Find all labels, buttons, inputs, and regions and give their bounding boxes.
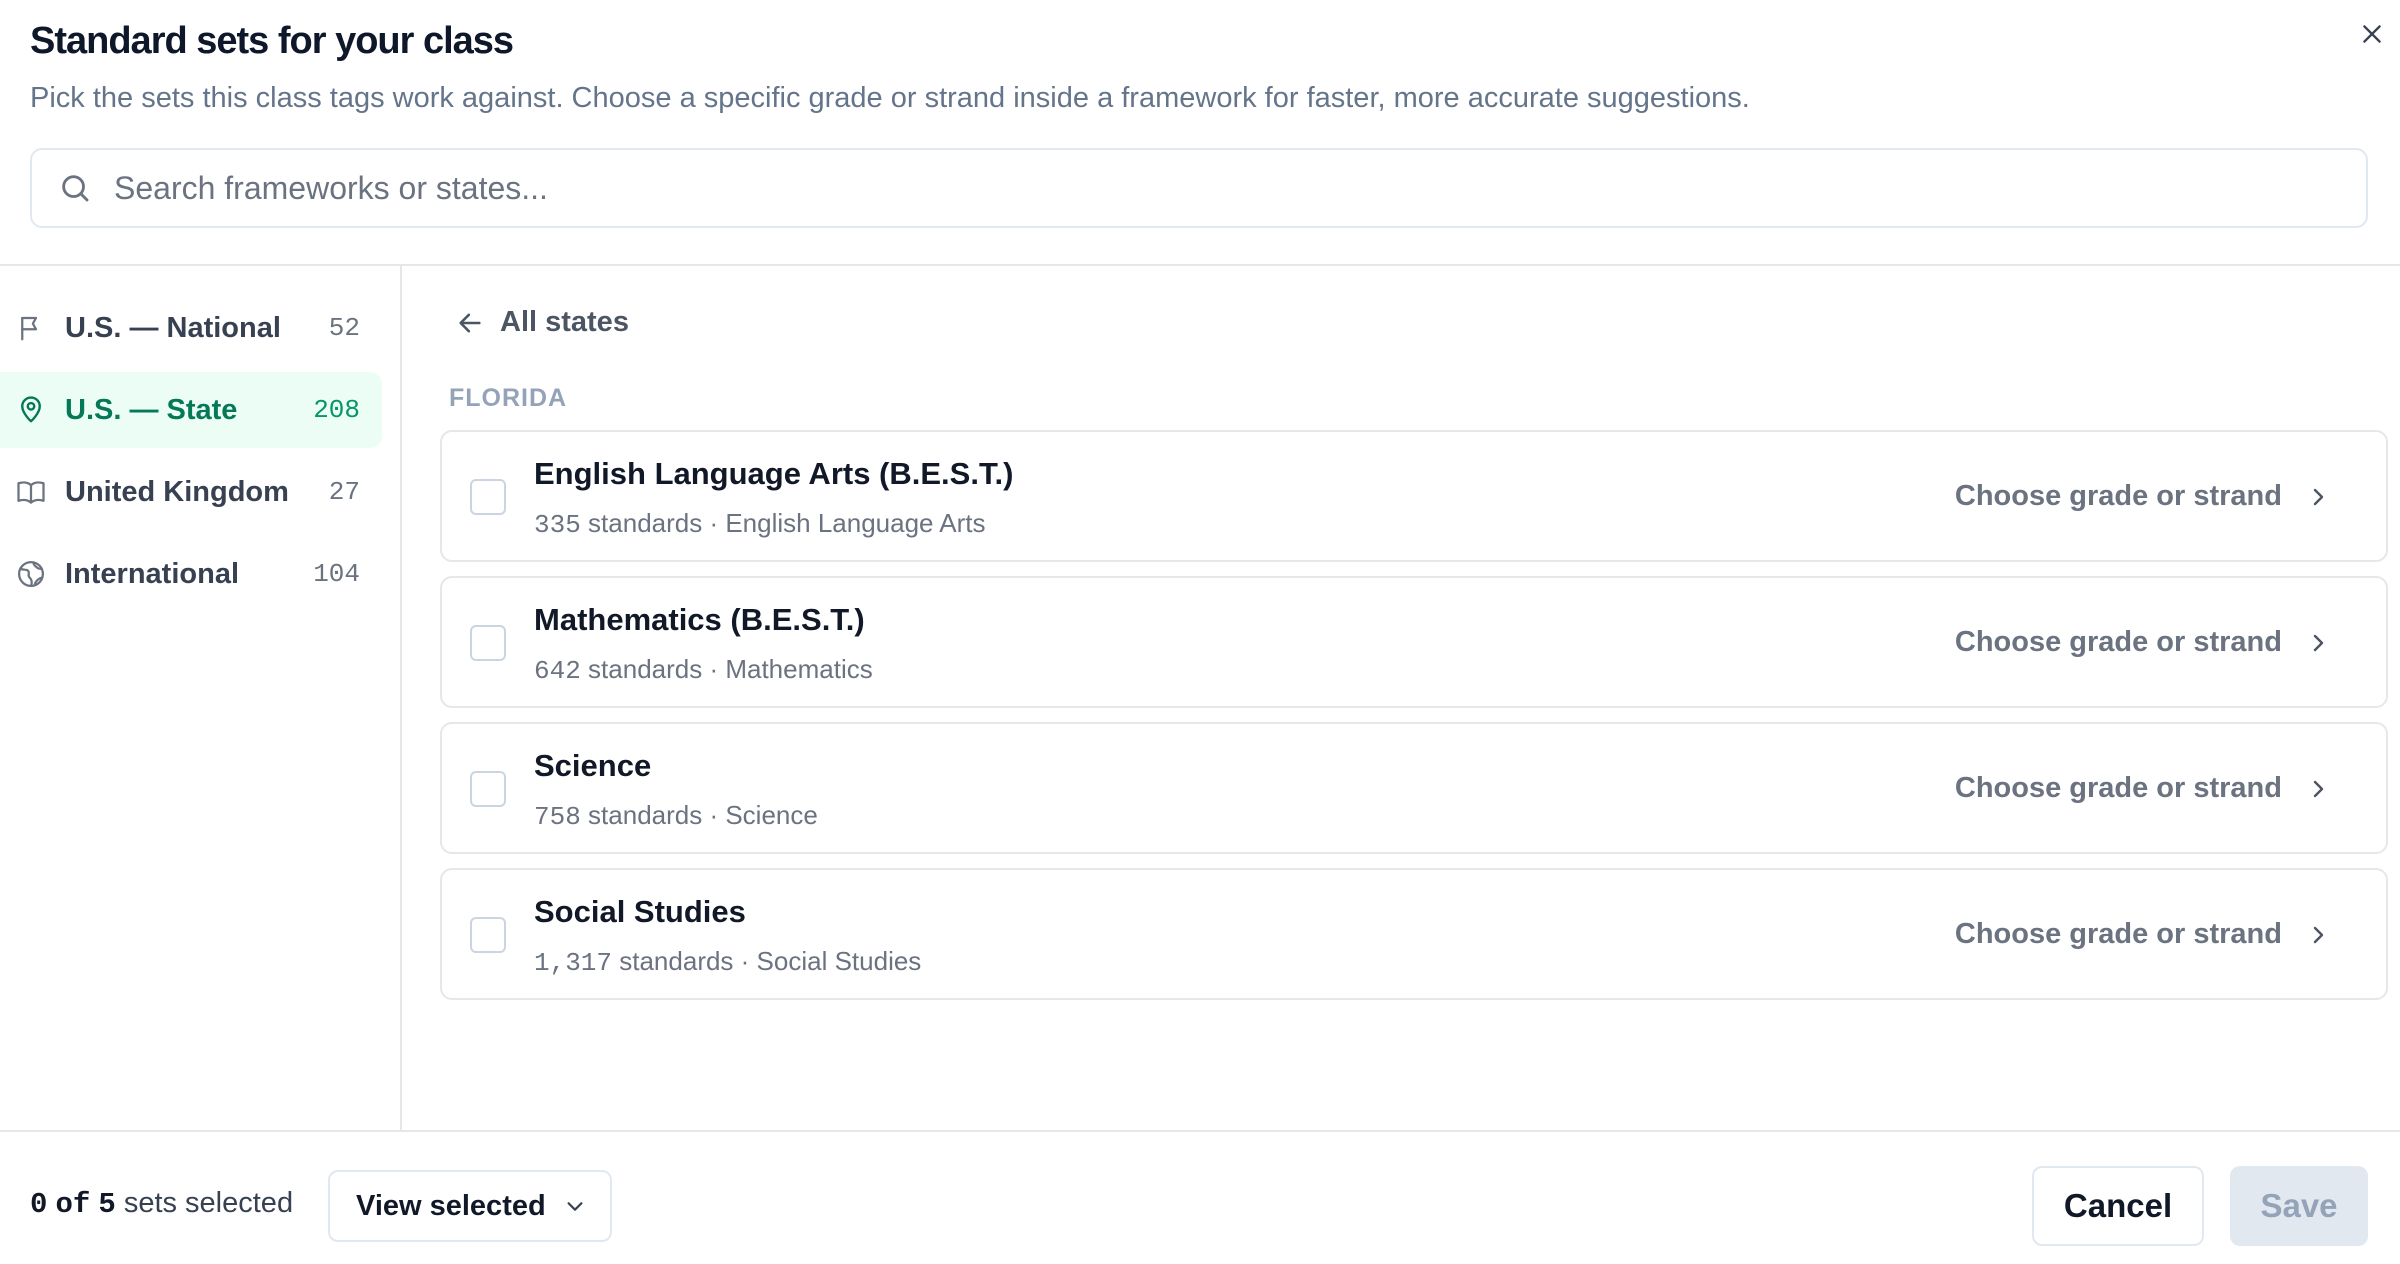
chevron-right-icon bbox=[2313, 634, 2324, 651]
set-count: 642 bbox=[534, 656, 581, 686]
dialog-footer: 0 of 5 sets selected View selected Cance… bbox=[0, 1130, 2400, 1264]
chevron-right-icon bbox=[2313, 488, 2324, 505]
search-icon bbox=[62, 175, 89, 202]
set-count: 758 bbox=[534, 802, 581, 832]
set-checkbox[interactable] bbox=[470, 625, 506, 661]
chevron-down-icon bbox=[567, 1202, 583, 1211]
set-subject: Social Studies bbox=[756, 946, 922, 976]
selected-of: of bbox=[55, 1188, 91, 1221]
view-selected-dropdown[interactable]: View selected bbox=[328, 1170, 612, 1242]
framework-content: All states FLORIDA English Language Arts… bbox=[404, 266, 2400, 1130]
set-subject: English Language Arts bbox=[725, 508, 986, 538]
sidebar-item-us-state[interactable]: U.S. — State 208 bbox=[0, 372, 382, 448]
sidebar-item-us-national[interactable]: U.S. — National 52 bbox=[0, 290, 382, 366]
set-name: English Language Arts (B.E.S.T.) bbox=[534, 456, 1014, 491]
dialog-subtitle: Pick the sets this class tags work again… bbox=[30, 82, 1750, 114]
sidebar-item-label: International bbox=[65, 557, 240, 590]
back-to-all-states-link[interactable]: All states bbox=[456, 306, 629, 339]
set-unit: standards bbox=[588, 654, 703, 684]
set-meta: 335 standards · English Language Arts bbox=[534, 508, 986, 540]
back-label: All states bbox=[500, 306, 629, 338]
set-name: Mathematics (B.E.S.T.) bbox=[534, 602, 865, 637]
standard-set-card-mathematics[interactable]: Mathematics (B.E.S.T.) 642 standards · M… bbox=[440, 576, 2388, 708]
save-button[interactable]: Save bbox=[2230, 1166, 2368, 1246]
flag-icon bbox=[21, 316, 38, 341]
choose-grade-button[interactable]: Choose grade or strand bbox=[1955, 772, 2330, 805]
selected-suffix: sets selected bbox=[123, 1187, 294, 1219]
globe-icon bbox=[18, 561, 44, 587]
sidebar-item-label: United Kingdom bbox=[65, 475, 289, 508]
book-open-icon bbox=[17, 481, 45, 504]
state-heading: FLORIDA bbox=[449, 384, 568, 412]
view-selected-label: View selected bbox=[356, 1189, 546, 1222]
sidebar-item-label: U.S. — National bbox=[65, 311, 281, 344]
set-checkbox[interactable] bbox=[470, 917, 506, 953]
set-subject: Science bbox=[725, 800, 818, 830]
choose-grade-label: Choose grade or strand bbox=[1954, 918, 2282, 950]
choose-grade-button[interactable]: Choose grade or strand bbox=[1955, 480, 2330, 513]
standard-set-card-social-studies[interactable]: Social Studies 1,317 standards · Social … bbox=[440, 868, 2388, 1000]
chevron-right-icon bbox=[2313, 780, 2324, 797]
set-name: Social Studies bbox=[534, 894, 746, 929]
selected-count: 0 bbox=[30, 1188, 48, 1221]
standard-set-card-science[interactable]: Science 758 standards · Science Choose g… bbox=[440, 722, 2388, 854]
set-checkbox[interactable] bbox=[470, 771, 506, 807]
dialog-title: Standard sets for your class bbox=[30, 20, 514, 62]
standard-set-list: English Language Arts (B.E.S.T.) 335 sta… bbox=[440, 430, 2388, 1014]
close-icon bbox=[2363, 25, 2381, 43]
choose-grade-button[interactable]: Choose grade or strand bbox=[1955, 626, 2330, 659]
sidebar-item-count: 27 bbox=[328, 477, 360, 507]
sidebar-item-international[interactable]: International 104 bbox=[0, 536, 382, 612]
cancel-button[interactable]: Cancel bbox=[2032, 1166, 2204, 1246]
set-count: 335 bbox=[534, 510, 581, 540]
search-input[interactable] bbox=[114, 169, 2314, 207]
sidebar-item-united-kingdom[interactable]: United Kingdom 27 bbox=[0, 454, 382, 530]
close-button[interactable] bbox=[2352, 14, 2392, 54]
total-count: 5 bbox=[98, 1188, 116, 1221]
map-pin-icon bbox=[21, 396, 41, 423]
choose-grade-label: Choose grade or strand bbox=[1954, 480, 2282, 512]
sidebar-item-count: 52 bbox=[328, 313, 360, 343]
set-unit: standards bbox=[619, 946, 734, 976]
choose-grade-label: Choose grade or strand bbox=[1954, 626, 2282, 658]
set-subject: Mathematics bbox=[725, 654, 873, 684]
standard-set-card-ela[interactable]: English Language Arts (B.E.S.T.) 335 sta… bbox=[440, 430, 2388, 562]
set-meta: 758 standards · Science bbox=[534, 800, 818, 832]
set-checkbox[interactable] bbox=[470, 479, 506, 515]
selection-summary: 0 of 5 sets selected bbox=[30, 1187, 293, 1221]
sidebar-item-count: 208 bbox=[313, 395, 360, 425]
sidebar-item-label: U.S. — State bbox=[65, 393, 238, 426]
dialog-header: Standard sets for your class Pick the se… bbox=[0, 0, 2400, 266]
choose-grade-label: Choose grade or strand bbox=[1954, 772, 2282, 804]
set-name: Science bbox=[534, 748, 652, 783]
choose-grade-button[interactable]: Choose grade or strand bbox=[1955, 918, 2330, 951]
set-unit: standards bbox=[588, 800, 703, 830]
chevron-right-icon bbox=[2313, 926, 2324, 943]
set-unit: standards bbox=[588, 508, 703, 538]
set-meta: 642 standards · Mathematics bbox=[534, 654, 873, 686]
set-meta: 1,317 standards · Social Studies bbox=[534, 946, 922, 978]
set-count: 1,317 bbox=[534, 948, 613, 978]
search-box[interactable] bbox=[30, 148, 2368, 228]
arrow-left-icon bbox=[459, 313, 481, 332]
sidebar-item-count: 104 bbox=[313, 559, 360, 589]
framework-sidebar: U.S. — National 52 U.S. — State 208 Unit… bbox=[0, 266, 402, 1130]
